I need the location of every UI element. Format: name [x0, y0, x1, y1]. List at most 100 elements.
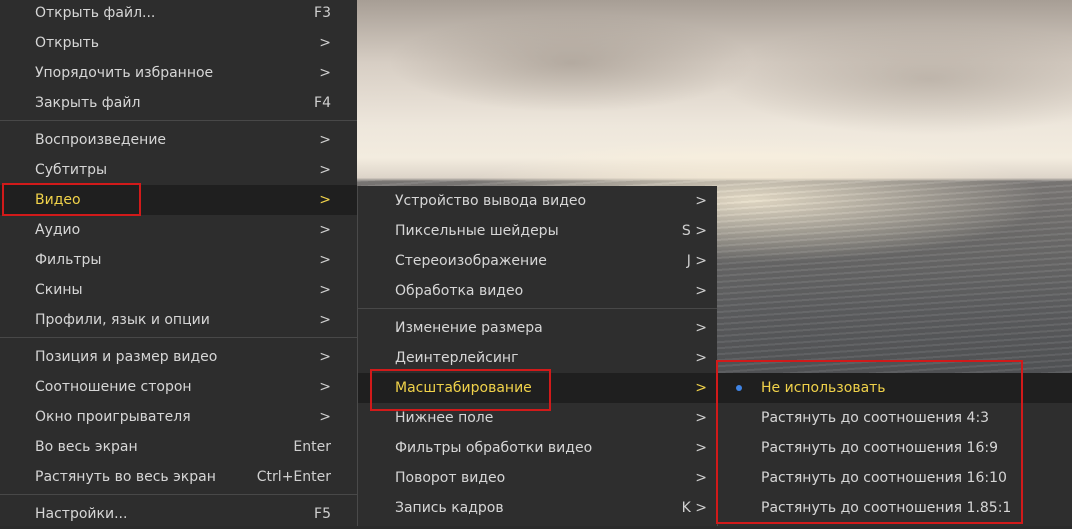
video-submenu: Устройство вывода видео > Пиксельные шей…: [357, 186, 717, 526]
menu-item-label: Поворот видео: [395, 470, 506, 486]
submenu-arrow-icon: >: [695, 440, 707, 456]
menu-item-video-output-device[interactable]: Устройство вывода видео >: [358, 186, 717, 216]
menu-item-frame-capture[interactable]: Запись кадров K >: [358, 493, 717, 523]
menu-separator: [0, 120, 357, 121]
menu-item-label: Стереоизображение: [395, 253, 547, 269]
menu-item-label: Субтитры: [35, 162, 108, 178]
menu-item-organize-favorites[interactable]: Упорядочить избранное >: [0, 58, 357, 88]
menu-item-video[interactable]: Видео >: [0, 185, 357, 215]
menu-item-stretch-16-10[interactable]: Растянуть до соотношения 16:10: [718, 463, 1072, 493]
menu-item-shortcut: F3: [314, 5, 331, 21]
main-context-menu: Открыть файл... F3 Открыть > Упорядочить…: [0, 0, 357, 526]
menu-item-shortcut: Ctrl+Enter: [256, 469, 331, 485]
menu-item-scaling-none[interactable]: Не использовать: [718, 373, 1072, 403]
menu-item-label: Воспроизведение: [35, 132, 167, 148]
menu-item-stretch-1-85-1[interactable]: Растянуть до соотношения 1.85:1: [718, 493, 1072, 523]
menu-item-resize[interactable]: Изменение размера >: [358, 313, 717, 343]
menu-item-video-position[interactable]: Позиция и размер видео >: [0, 342, 357, 372]
menu-item-label: Аудио: [35, 222, 81, 238]
menu-item-bottom-margin[interactable]: Нижнее поле >: [358, 403, 717, 433]
menu-item-stretch-fullscreen[interactable]: Растянуть во весь экран Ctrl+Enter: [0, 462, 357, 492]
menu-item-label: Фильтры обработки видео: [395, 440, 593, 456]
menu-item-shortcut: S >: [681, 223, 707, 239]
menu-item-deinterlacing[interactable]: Деинтерлейсинг >: [358, 343, 717, 373]
menu-item-label: Открыть: [35, 35, 99, 51]
menu-item-label: Позиция и размер видео: [35, 349, 218, 365]
menu-item-audio[interactable]: Аудио >: [0, 215, 357, 245]
menu-item-label: Нижнее поле: [395, 410, 494, 426]
submenu-arrow-icon: >: [319, 192, 331, 208]
menu-item-video-filters[interactable]: Фильтры обработки видео >: [358, 433, 717, 463]
scaling-submenu: Не использовать Растянуть до соотношения…: [717, 373, 1072, 526]
menu-item-pixel-shaders[interactable]: Пиксельные шейдеры S >: [358, 216, 717, 246]
menu-item-stretch-16-9[interactable]: Растянуть до соотношения 16:9: [718, 433, 1072, 463]
submenu-arrow-icon: >: [319, 132, 331, 148]
menu-item-label: Растянуть до соотношения 16:10: [761, 470, 1007, 486]
submenu-arrow-icon: >: [319, 312, 331, 328]
submenu-arrow-icon: >: [319, 35, 331, 51]
menu-item-aspect-ratio[interactable]: Соотношение сторон >: [0, 372, 357, 402]
menu-item-rotate-video[interactable]: Поворот видео >: [358, 463, 717, 493]
menu-item-stereo-image[interactable]: Стереоизображение J >: [358, 246, 717, 276]
menu-item-label: Масштабирование: [395, 380, 532, 396]
submenu-arrow-icon: >: [695, 283, 707, 299]
menu-item-label: Фильтры: [35, 252, 102, 268]
menu-item-subtitles[interactable]: Субтитры >: [0, 155, 357, 185]
menu-item-open[interactable]: Открыть >: [0, 28, 357, 58]
menu-item-label: Во весь экран: [35, 439, 138, 455]
menu-item-label: Изменение размера: [395, 320, 543, 336]
menu-item-shortcut: K >: [681, 500, 707, 516]
menu-item-settings[interactable]: Настройки... F5: [0, 499, 357, 529]
menu-item-shortcut: F5: [314, 506, 331, 522]
menu-item-label: Скины: [35, 282, 83, 298]
menu-item-filters[interactable]: Фильтры >: [0, 245, 357, 275]
menu-item-label: Открыть файл...: [35, 5, 156, 21]
submenu-arrow-icon: >: [319, 282, 331, 298]
menu-separator: [0, 337, 357, 338]
menu-item-label: Соотношение сторон: [35, 379, 192, 395]
menu-separator: [358, 308, 717, 309]
menu-item-stretch-4-3[interactable]: Растянуть до соотношения 4:3: [718, 403, 1072, 433]
menu-item-player-window[interactable]: Окно проигрывателя >: [0, 402, 357, 432]
submenu-arrow-icon: >: [319, 65, 331, 81]
menu-item-shortcut: F4: [314, 95, 331, 111]
submenu-arrow-icon: >: [319, 162, 331, 178]
submenu-arrow-icon: >: [695, 350, 707, 366]
submenu-arrow-icon: >: [319, 379, 331, 395]
menu-item-label: Обработка видео: [395, 283, 524, 299]
menu-item-profiles[interactable]: Профили, язык и опции >: [0, 305, 357, 335]
menu-item-label: Настройки...: [35, 506, 128, 522]
submenu-arrow-icon: >: [319, 222, 331, 238]
menu-item-label: Устройство вывода видео: [395, 193, 587, 209]
menu-item-shortcut: Enter: [293, 439, 331, 455]
menu-item-label: Растянуть во весь экран: [35, 469, 216, 485]
menu-item-shortcut: J >: [686, 253, 707, 269]
menu-item-label: Растянуть до соотношения 1.85:1: [761, 500, 1012, 516]
submenu-arrow-icon: >: [695, 470, 707, 486]
menu-item-skins[interactable]: Скины >: [0, 275, 357, 305]
submenu-arrow-icon: >: [319, 349, 331, 365]
menu-item-label: Профили, язык и опции: [35, 312, 210, 328]
menu-item-fullscreen[interactable]: Во весь экран Enter: [0, 432, 357, 462]
submenu-arrow-icon: >: [695, 380, 707, 396]
menu-item-label: Не использовать: [761, 380, 886, 396]
menu-item-label: Пиксельные шейдеры: [395, 223, 559, 239]
radio-selected-icon: [736, 385, 742, 391]
submenu-arrow-icon: >: [695, 193, 707, 209]
menu-item-label: Растянуть до соотношения 4:3: [761, 410, 990, 426]
menu-item-playback[interactable]: Воспроизведение >: [0, 125, 357, 155]
menu-item-label: Закрыть файл: [35, 95, 141, 111]
menu-item-label: Запись кадров: [395, 500, 504, 516]
menu-item-open-file[interactable]: Открыть файл... F3: [0, 0, 357, 28]
menu-item-close-file[interactable]: Закрыть файл F4: [0, 88, 357, 118]
submenu-arrow-icon: >: [319, 409, 331, 425]
menu-item-label: Упорядочить избранное: [35, 65, 214, 81]
submenu-arrow-icon: >: [695, 320, 707, 336]
menu-item-video-processing[interactable]: Обработка видео >: [358, 276, 717, 306]
menu-item-label: Окно проигрывателя: [35, 409, 191, 425]
menu-item-label: Видео: [35, 192, 81, 208]
menu-item-scaling[interactable]: Масштабирование >: [358, 373, 717, 403]
menu-item-label: Растянуть до соотношения 16:9: [761, 440, 998, 456]
submenu-arrow-icon: >: [695, 410, 707, 426]
menu-item-label: Деинтерлейсинг: [395, 350, 519, 366]
